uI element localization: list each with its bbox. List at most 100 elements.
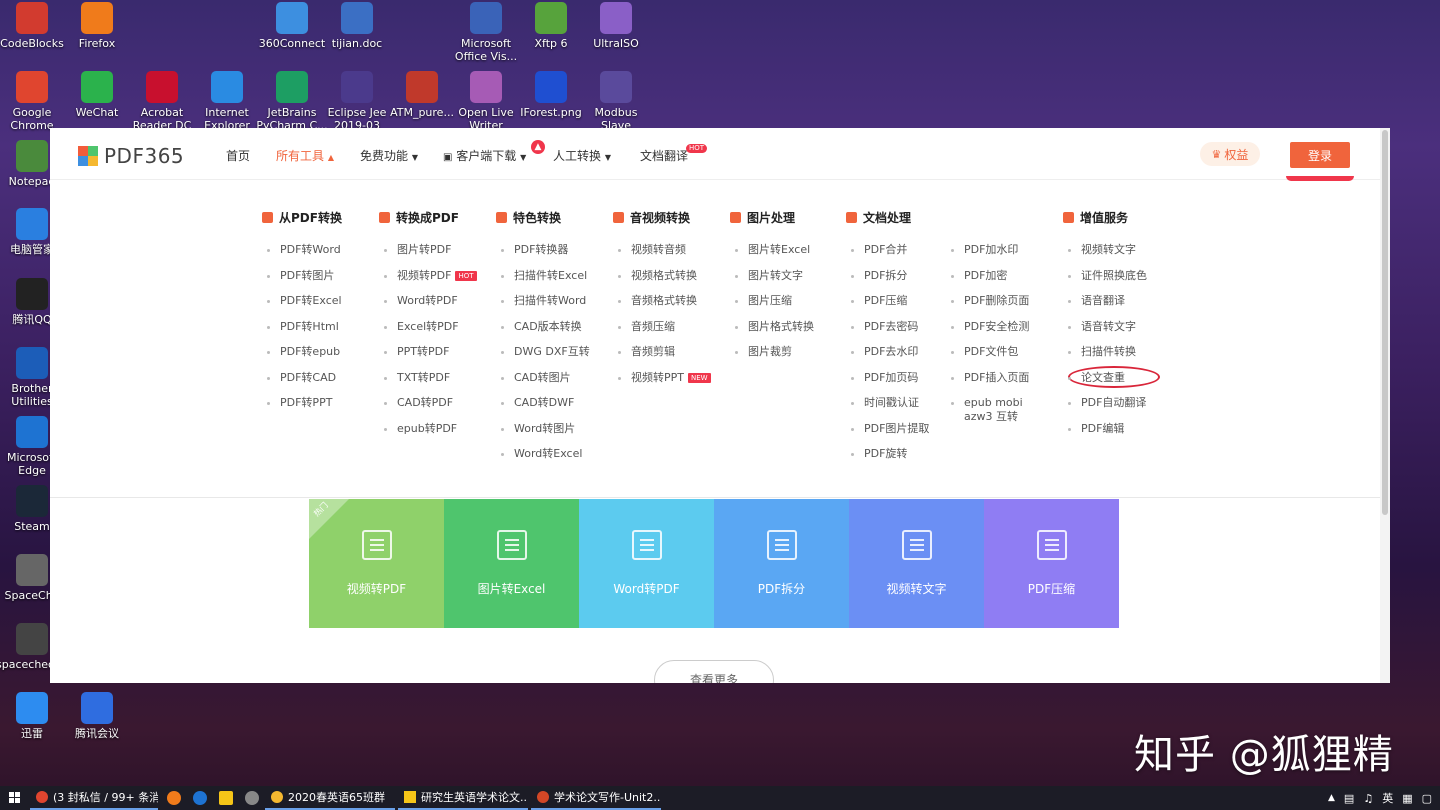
menu-item[interactable]: PDF自动翻译 — [1063, 396, 1173, 422]
menu-item[interactable]: PDF加水印 — [946, 243, 1056, 269]
desktop-icon[interactable]: 腾讯会议 — [61, 692, 133, 740]
notification-icon[interactable]: ▢ — [1422, 792, 1432, 805]
menu-item[interactable]: PDF删除页面 — [946, 294, 1056, 320]
desktop-icon[interactable]: UltraISO — [580, 2, 652, 50]
menu-item[interactable]: 视频转PDF HOT — [379, 269, 489, 295]
menu-item[interactable]: 图片转文字 — [730, 269, 840, 295]
menu-item[interactable]: PDF转Word — [262, 243, 372, 269]
desktop-icon[interactable]: JetBrains PyCharm C... — [256, 71, 328, 132]
menu-item[interactable]: PDF旋转 — [846, 447, 956, 473]
keyboard-icon[interactable]: ▦ — [1402, 792, 1412, 805]
taskbar-app-qq-group[interactable]: 2020春英语65班群 — [265, 786, 395, 810]
menu-item[interactable]: 扫描件转Word — [496, 294, 606, 320]
desktop-icon[interactable]: Google Chrome — [0, 71, 68, 132]
menu-item[interactable]: PDF转图片 — [262, 269, 372, 295]
menu-item[interactable]: 图片压缩 — [730, 294, 840, 320]
menu-item[interactable]: CAD转图片 — [496, 371, 606, 397]
menu-item[interactable]: 视频转音频 — [613, 243, 723, 269]
file-explorer-icon[interactable] — [219, 791, 233, 805]
menu-item[interactable]: PDF转PPT — [262, 396, 372, 422]
menu-item[interactable]: 视频格式转换 — [613, 269, 723, 295]
edge-icon[interactable] — [193, 791, 207, 805]
feature-tile[interactable]: 热门 视频转PDF — [309, 499, 444, 628]
nav-manual-conversion[interactable]: 人工转换 ▼ — [553, 147, 611, 164]
menu-item[interactable]: CAD转DWF — [496, 396, 606, 422]
menu-item[interactable]: 图片格式转换 — [730, 320, 840, 346]
menu-item[interactable]: 扫描件转Excel — [496, 269, 606, 295]
menu-item[interactable]: 时间戳认证 — [846, 396, 956, 422]
chevron-up-icon[interactable]: ▲ — [1328, 793, 1335, 803]
menu-item[interactable]: 证件照换底色 — [1063, 269, 1173, 295]
firefox-icon[interactable] — [167, 791, 181, 805]
feature-tile[interactable]: PDF压缩 — [984, 499, 1119, 628]
desktop-icon[interactable]: Acrobat Reader DC — [126, 71, 198, 132]
menu-item[interactable]: PDF编辑 — [1063, 422, 1173, 448]
desktop-icon[interactable]: CodeBlocks — [0, 2, 68, 50]
menu-item[interactable]: PDF去水印 — [846, 345, 956, 371]
nav-doc-translation[interactable]: 文档翻译 — [640, 147, 688, 164]
desktop-icon[interactable]: ATM_pure... — [386, 71, 458, 119]
menu-item[interactable]: 音频剪辑 — [613, 345, 723, 371]
desktop-icon[interactable]: Modbus Slave — [580, 71, 652, 132]
menu-item[interactable]: PDF加页码 — [846, 371, 956, 397]
menu-item[interactable]: 图片转Excel — [730, 243, 840, 269]
desktop-icon[interactable]: WeChat — [61, 71, 133, 119]
desktop-icon[interactable]: Xftp 6 — [515, 2, 587, 50]
scrollbar-thumb[interactable] — [1382, 130, 1388, 515]
menu-item[interactable]: 视频转文字 — [1063, 243, 1173, 269]
network-icon[interactable]: ▤ — [1344, 792, 1354, 805]
nav-client-download[interactable]: ▣ 客户端下载 ▼ — [443, 147, 526, 164]
menu-item[interactable]: PDF文件包 — [946, 345, 1056, 371]
menu-item[interactable]: PDF拆分 — [846, 269, 956, 295]
menu-item[interactable]: PDF转Html — [262, 320, 372, 346]
nav-all-tools[interactable]: 所有工具 ▲ — [276, 147, 334, 164]
menu-item[interactable]: PDF压缩 — [846, 294, 956, 320]
menu-item[interactable]: 论文查重 — [1063, 371, 1173, 397]
menu-item[interactable]: CAD版本转换 — [496, 320, 606, 346]
scrollbar[interactable] — [1380, 128, 1390, 683]
menu-item[interactable]: PDF安全检测 — [946, 320, 1056, 346]
desktop-icon[interactable]: Internet Explorer — [191, 71, 263, 132]
menu-item[interactable]: 图片裁剪 — [730, 345, 840, 371]
menu-item[interactable]: PDF转换器 — [496, 243, 606, 269]
menu-item[interactable]: 视频转PPT NEW — [613, 371, 723, 397]
taskbar-app-document[interactable]: 研究生英语学术论文... — [398, 786, 528, 810]
menu-item[interactable]: PDF合并 — [846, 243, 956, 269]
menu-item[interactable]: PDF转epub — [262, 345, 372, 371]
menu-item[interactable]: Word转图片 — [496, 422, 606, 448]
taskbar-app-powerpoint[interactable]: 学术论文写作-Unit2.... — [531, 786, 661, 810]
app-icon[interactable] — [245, 791, 259, 805]
menu-item[interactable]: 图片转PDF — [379, 243, 489, 269]
desktop-icon[interactable]: Open Live Writer — [450, 71, 522, 132]
menu-item[interactable]: PDF转CAD — [262, 371, 372, 397]
feature-tile[interactable]: PDF拆分 — [714, 499, 849, 628]
menu-item[interactable]: PPT转PDF — [379, 345, 489, 371]
desktop-icon[interactable]: Microsoft Office Vis... — [450, 2, 522, 63]
taskbar-app-chrome[interactable]: (3 封私信 / 99+ 条消... — [30, 786, 158, 810]
menu-item[interactable]: epub mobi azw3 互转 — [946, 396, 1046, 432]
view-more-button[interactable]: 查看更多 — [654, 660, 774, 683]
menu-item[interactable]: PDF加密 — [946, 269, 1056, 295]
perks-button[interactable]: ♛ 权益 — [1200, 142, 1260, 166]
menu-item[interactable]: 语音转文字 — [1063, 320, 1173, 346]
menu-item[interactable]: epub转PDF — [379, 422, 489, 448]
menu-item[interactable]: 扫描件转换 — [1063, 345, 1173, 371]
desktop-icon[interactable]: Firefox — [61, 2, 133, 50]
menu-item[interactable]: TXT转PDF — [379, 371, 489, 397]
nav-home[interactable]: 首页 — [226, 147, 250, 164]
brand-logo[interactable]: PDF365 — [78, 144, 184, 168]
menu-item[interactable]: PDF图片提取 — [846, 422, 956, 448]
menu-item[interactable]: Excel转PDF — [379, 320, 489, 346]
menu-item[interactable]: 语音翻译 — [1063, 294, 1173, 320]
feature-tile[interactable]: 图片转Excel — [444, 499, 579, 628]
desktop-icon[interactable]: IForest.png — [515, 71, 587, 119]
volume-icon[interactable]: ♫ — [1363, 792, 1373, 805]
desktop-icon[interactable]: Eclipse Jee 2019-03 — [321, 71, 393, 132]
start-button[interactable] — [0, 786, 30, 810]
feature-tile[interactable]: Word转PDF — [579, 499, 714, 628]
menu-item[interactable]: PDF去密码 — [846, 320, 956, 346]
login-button[interactable]: 登录 — [1290, 142, 1350, 168]
menu-item[interactable]: PDF转Excel — [262, 294, 372, 320]
menu-item[interactable]: PDF插入页面 — [946, 371, 1056, 397]
menu-item[interactable]: Word转PDF — [379, 294, 489, 320]
